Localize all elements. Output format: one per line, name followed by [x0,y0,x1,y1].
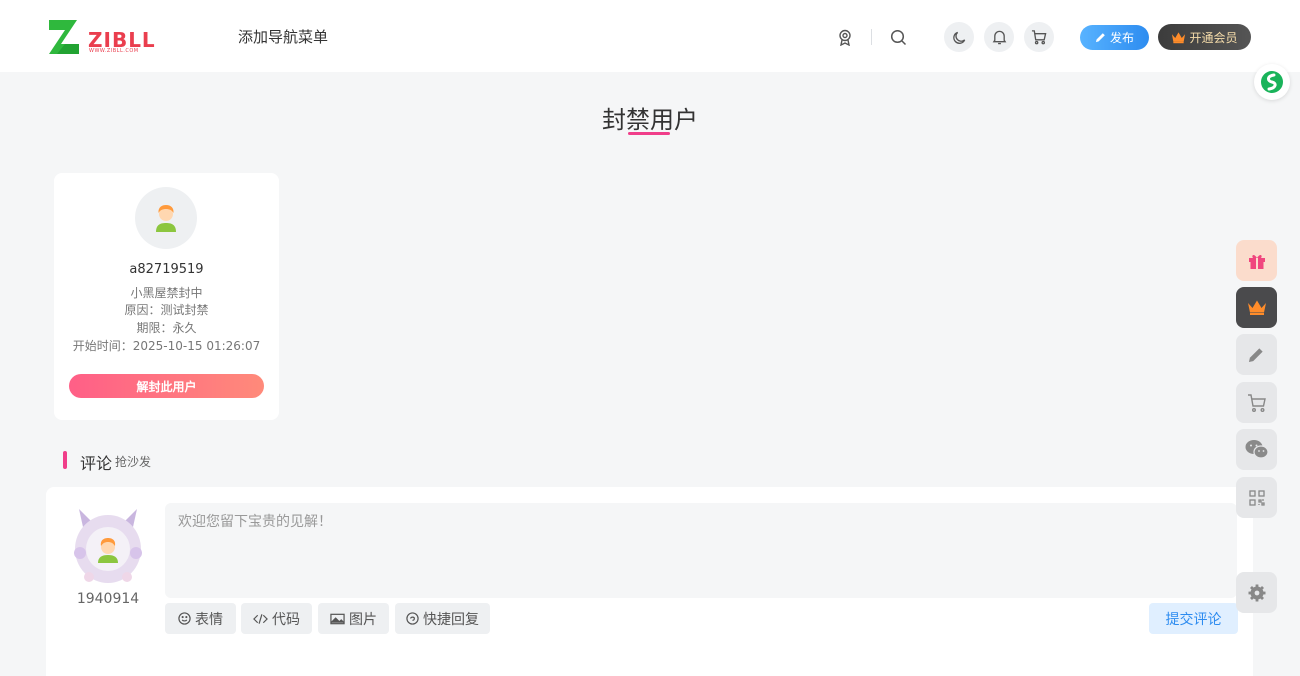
default-avatar-icon [156,205,176,232]
header-divider [871,29,872,45]
image-icon [330,613,345,624]
username[interactable]: a82719519 [54,262,279,277]
crown-icon [1172,31,1186,43]
image-label: 图片 [349,611,377,628]
commenter-avatar[interactable] [71,505,145,585]
smile-icon [178,612,191,625]
publish-button[interactable]: 发布 [1080,25,1149,50]
ban-period: 期限：永久 [136,321,197,335]
avatar[interactable] [135,187,197,249]
code-icon [253,613,268,624]
moon-icon[interactable] [944,22,974,52]
unban-user-button[interactable]: 解封此用户 [69,374,264,398]
code-label: 代码 [272,611,300,628]
logo-mark-icon [49,20,79,54]
vip-label: 开通会员 [1189,30,1238,45]
publish-label: 发布 [1109,31,1134,45]
page-title: 封禁用户 [602,106,698,134]
medal-icon[interactable] [836,28,854,46]
qrcode-button[interactable] [1236,477,1277,518]
code-button[interactable]: 代码 [241,603,312,634]
banned-user-card: a82719519 小黑屋禁封中 原因：测试封禁 期限：永久 开始时间：2025… [54,173,279,420]
cart-icon [1247,393,1266,412]
settings-icon [1248,584,1265,601]
bell-icon[interactable] [984,22,1014,52]
site-logo[interactable]: ZIBLL WWW.ZIBLL.COM [47,18,169,56]
wechat-icon [1245,440,1269,459]
emoji-button[interactable]: 表情 [165,603,236,634]
pencil-icon [1095,33,1105,43]
comments-subtitle: 抢沙发 [115,455,152,469]
qrcode-icon [1248,489,1265,506]
settings-button[interactable] [1236,572,1277,613]
emoji-label: 表情 [195,611,223,628]
comments-heading-bar [63,451,67,469]
gift-button[interactable] [1236,240,1277,281]
quick-reply-label: 快捷回复 [423,611,479,628]
ban-status: 小黑屋禁封中 [130,286,203,300]
title-underline [628,132,670,135]
site-header: ZIBLL WWW.ZIBLL.COM 添加导航菜单 发布 开通会员 [0,0,1300,72]
wechat-button[interactable] [1236,429,1277,470]
cart-icon[interactable] [1024,22,1054,52]
search-icon[interactable] [888,27,908,47]
comments-title: 评论 [80,454,113,473]
commenter-id: 1940914 [76,591,140,607]
logo-subtext: WWW.ZIBLL.COM [89,48,139,54]
nav-menu-add[interactable]: 添加导航菜单 [238,26,328,47]
cart-float-button[interactable] [1236,382,1277,423]
ban-start-time: 开始时间：2025-10-15 01:26:07 [72,339,261,353]
submit-comment-button[interactable]: 提交评论 [1149,603,1238,634]
pencil-icon [1248,348,1263,363]
vip-button[interactable]: 开通会员 [1158,24,1251,50]
vip-float-button[interactable] [1236,287,1277,328]
image-button[interactable]: 图片 [318,603,389,634]
chat-bubble-icon [406,612,419,625]
floating-brand-icon[interactable] [1254,64,1290,100]
quick-reply-button[interactable]: 快捷回复 [395,603,490,634]
comment-input[interactable] [165,503,1237,598]
gift-icon [1248,254,1265,269]
write-button[interactable] [1236,334,1277,375]
crown-icon [1247,300,1266,315]
ban-reason: 原因：测试封禁 [124,303,209,317]
